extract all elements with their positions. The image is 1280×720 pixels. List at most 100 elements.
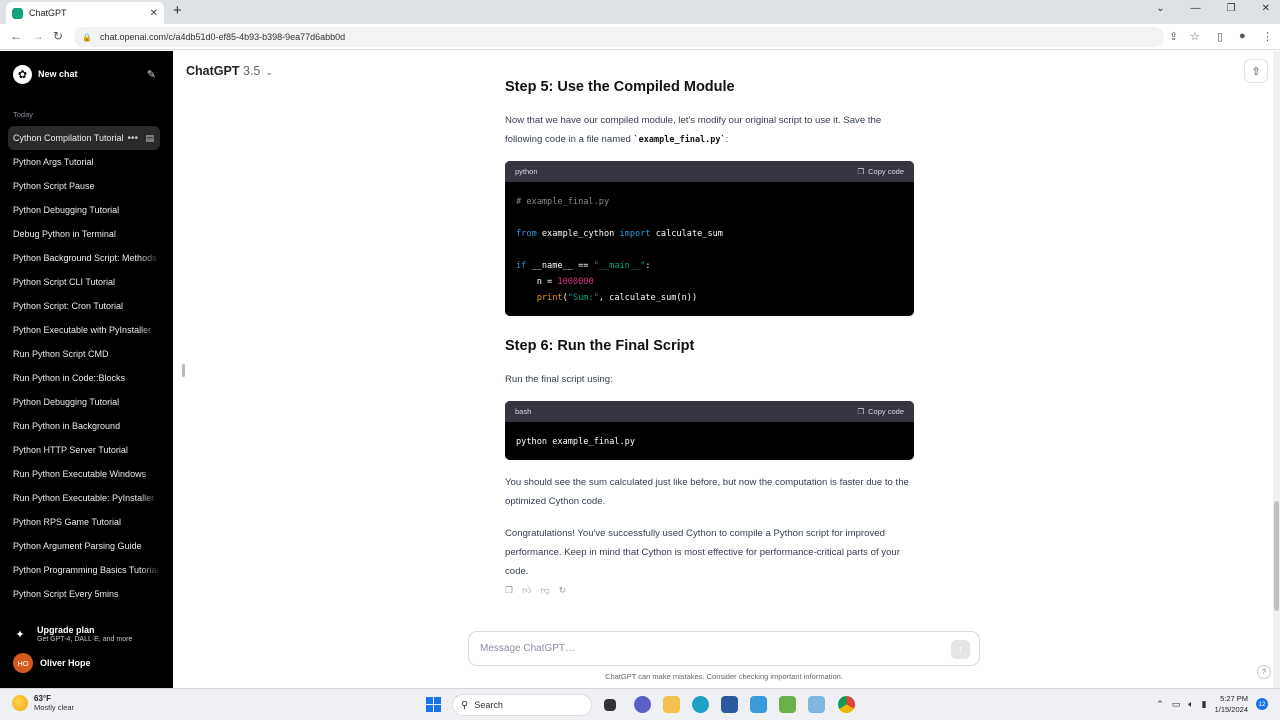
vscode-icon[interactable] [750, 696, 767, 713]
close-window-icon[interactable]: ✕ [1262, 3, 1270, 14]
clock[interactable]: 5:27 PM 1/15/2024 [1215, 693, 1248, 715]
send-icon[interactable]: ↑ [951, 640, 970, 659]
help-icon[interactable]: ? [1257, 665, 1271, 679]
chat-app-icon[interactable] [634, 696, 651, 713]
upgrade-subtitle: Get GPT-4, DALL·E, and more [37, 636, 133, 643]
history-item-label: Python RPS Game Tutorial [13, 517, 122, 527]
edit-icon[interactable]: ✎ [147, 68, 156, 81]
sidebar-toggle-handle[interactable] [182, 364, 185, 377]
new-tab-button[interactable]: + [173, 3, 182, 19]
history-item[interactable]: Python Debugging Tutorial [8, 390, 160, 414]
more-options-icon[interactable]: ••• [123, 132, 138, 144]
taskbar-search[interactable]: ⚲ Search [452, 694, 592, 716]
avatar: HO [13, 653, 33, 673]
history-item[interactable]: Python Script: Cron Tutorial [8, 294, 160, 318]
history-item[interactable]: Run Python Executable Windows [8, 462, 160, 486]
history-item[interactable]: Python Script Every 5mins [8, 582, 160, 606]
history-item[interactable]: Python Argument Parsing Guide [8, 534, 160, 558]
step6-heading: Step 6: Run the Final Script [505, 338, 695, 354]
url-text: chat.openai.com/c/a4db51d0-ef85-4b93-b39… [99, 32, 346, 42]
history-item[interactable]: Debug Python in Terminal [8, 222, 160, 246]
battery-icon[interactable]: ▮ [1202, 699, 1207, 710]
app-icon[interactable] [808, 696, 825, 713]
history-item[interactable]: Python Programming Basics Tutorial [8, 558, 160, 582]
history-item-label: Run Python Script CMD [13, 349, 109, 359]
history-item[interactable]: Run Python Executable: PyInstaller [8, 486, 160, 510]
back-icon[interactable]: ← [10, 29, 22, 43]
history-item-label: Python Argument Parsing Guide [13, 541, 142, 551]
user-name: Oliver Hope [40, 658, 91, 668]
code-block-header: python ❐ Copy code [505, 161, 914, 182]
notification-badge[interactable]: 12 [1256, 698, 1268, 710]
url-bar[interactable]: 🔒 chat.openai.com/c/a4db51d0-ef85-4b93-b… [74, 27, 1164, 47]
chatgpt-favicon-icon [12, 7, 23, 19]
forward-icon[interactable]: → [32, 29, 44, 43]
history-item[interactable]: Python RPS Game Tutorial [8, 510, 160, 534]
history-item-label: Python Script: Cron Tutorial [13, 301, 124, 311]
chrome-icon[interactable] [838, 696, 855, 713]
chevron-down-icon: ⌄ [265, 68, 273, 77]
share-icon[interactable]: ⇧ [1244, 59, 1268, 83]
star-icon[interactable]: ☆ [1190, 30, 1200, 43]
history-item[interactable]: Run Python in Code::Blocks [8, 366, 160, 390]
conclusion-paragraph: Congratulations! You've successfully use… [505, 528, 900, 577]
search-icon: ⚲ [461, 699, 469, 711]
thumbs-down-icon[interactable]: 👎︎ [540, 585, 549, 596]
regenerate-icon[interactable]: ↻ [559, 585, 567, 596]
task-view-icon[interactable] [604, 699, 616, 711]
restore-icon[interactable]: ❐ [1227, 3, 1236, 14]
model-selector[interactable]: ChatGPT 3.5 ⌄ [186, 64, 273, 78]
share-page-icon[interactable]: ⇪ [1169, 30, 1178, 43]
weather-temperature: 63°F [34, 694, 51, 703]
copy-icon[interactable]: ❐ [505, 585, 513, 596]
message-input[interactable] [480, 643, 920, 654]
history-item[interactable]: Cython Compilation Tutorial ••• ▤ [8, 126, 160, 150]
lock-icon[interactable]: 🔒 [82, 33, 92, 42]
history-item-label: Python Script Pause [13, 181, 95, 191]
side-panel-icon[interactable]: ▯ [1217, 30, 1223, 43]
history-item[interactable]: Python Script Pause [8, 174, 160, 198]
windows-start-icon[interactable] [426, 697, 441, 712]
scrollbar[interactable] [1273, 51, 1280, 688]
history-item[interactable]: Python Background Script: Methods [8, 246, 160, 270]
history-item[interactable]: Run Python in Background [8, 414, 160, 438]
history-item-label: Run Python Executable: PyInstaller [13, 493, 155, 503]
history-item[interactable]: Python Debugging Tutorial [8, 198, 160, 222]
weather-widget[interactable]: 63°F Mostly clear [12, 694, 74, 712]
reload-icon[interactable]: ↻ [53, 29, 63, 43]
scrollbar-thumb[interactable] [1274, 501, 1279, 611]
edge-browser-icon[interactable] [692, 696, 709, 713]
history-item[interactable]: Python Script CLI Tutorial [8, 270, 160, 294]
volume-icon[interactable]: 🔈︎ [1188, 699, 1193, 710]
browser-tab[interactable]: ChatGPT ✕ [6, 2, 164, 24]
file-explorer-icon[interactable] [663, 696, 680, 713]
notepad-icon[interactable] [779, 696, 796, 713]
message-composer: ↑ [468, 631, 980, 666]
tab-close-icon[interactable]: ✕ [150, 8, 158, 19]
user-menu[interactable]: HO Oliver Hope [8, 651, 160, 675]
archive-icon[interactable]: ▤ [145, 133, 154, 144]
copy-code-button[interactable]: ❐ Copy code [857, 407, 904, 416]
minimize-icon[interactable]: — [1191, 3, 1201, 14]
thumbs-up-icon[interactable]: 👍︎ [522, 585, 531, 596]
window-controls: ⌄ — ❐ ✕ [1156, 3, 1270, 14]
history-item[interactable]: Python Executable with PyInstaller [8, 318, 160, 342]
tab-search-icon[interactable]: ⌄ [1156, 3, 1164, 14]
new-chat-button[interactable]: ✿ New chat ✎ [8, 61, 160, 87]
history-item[interactable]: Run Python Script CMD [8, 342, 160, 366]
history-item[interactable]: Python HTTP Server Tutorial [8, 438, 160, 462]
inline-code: `example_final.py` [633, 135, 726, 145]
network-icon[interactable]: ▭ [1172, 699, 1181, 710]
profile-icon[interactable]: ● [1239, 30, 1246, 42]
chevron-up-icon[interactable]: ⌃ [1156, 699, 1164, 710]
history-item-label: Python Script CLI Tutorial [13, 277, 116, 287]
menu-icon[interactable]: ⋮ [1262, 30, 1273, 43]
history-section-label: Today [13, 110, 34, 119]
history-item[interactable]: Python Args Tutorial [8, 150, 160, 174]
result-paragraph: You should see the sum calculated just l… [505, 477, 909, 507]
upgrade-plan-button[interactable]: ✦ Upgrade plan Get GPT-4, DALL·E, and mo… [8, 619, 160, 649]
store-icon[interactable] [721, 696, 738, 713]
copy-code-button[interactable]: ❐ Copy code [857, 167, 904, 176]
model-name: ChatGPT [186, 64, 240, 78]
sidebar: ✿ New chat ✎ Today Cython Compilation Tu… [0, 51, 173, 688]
